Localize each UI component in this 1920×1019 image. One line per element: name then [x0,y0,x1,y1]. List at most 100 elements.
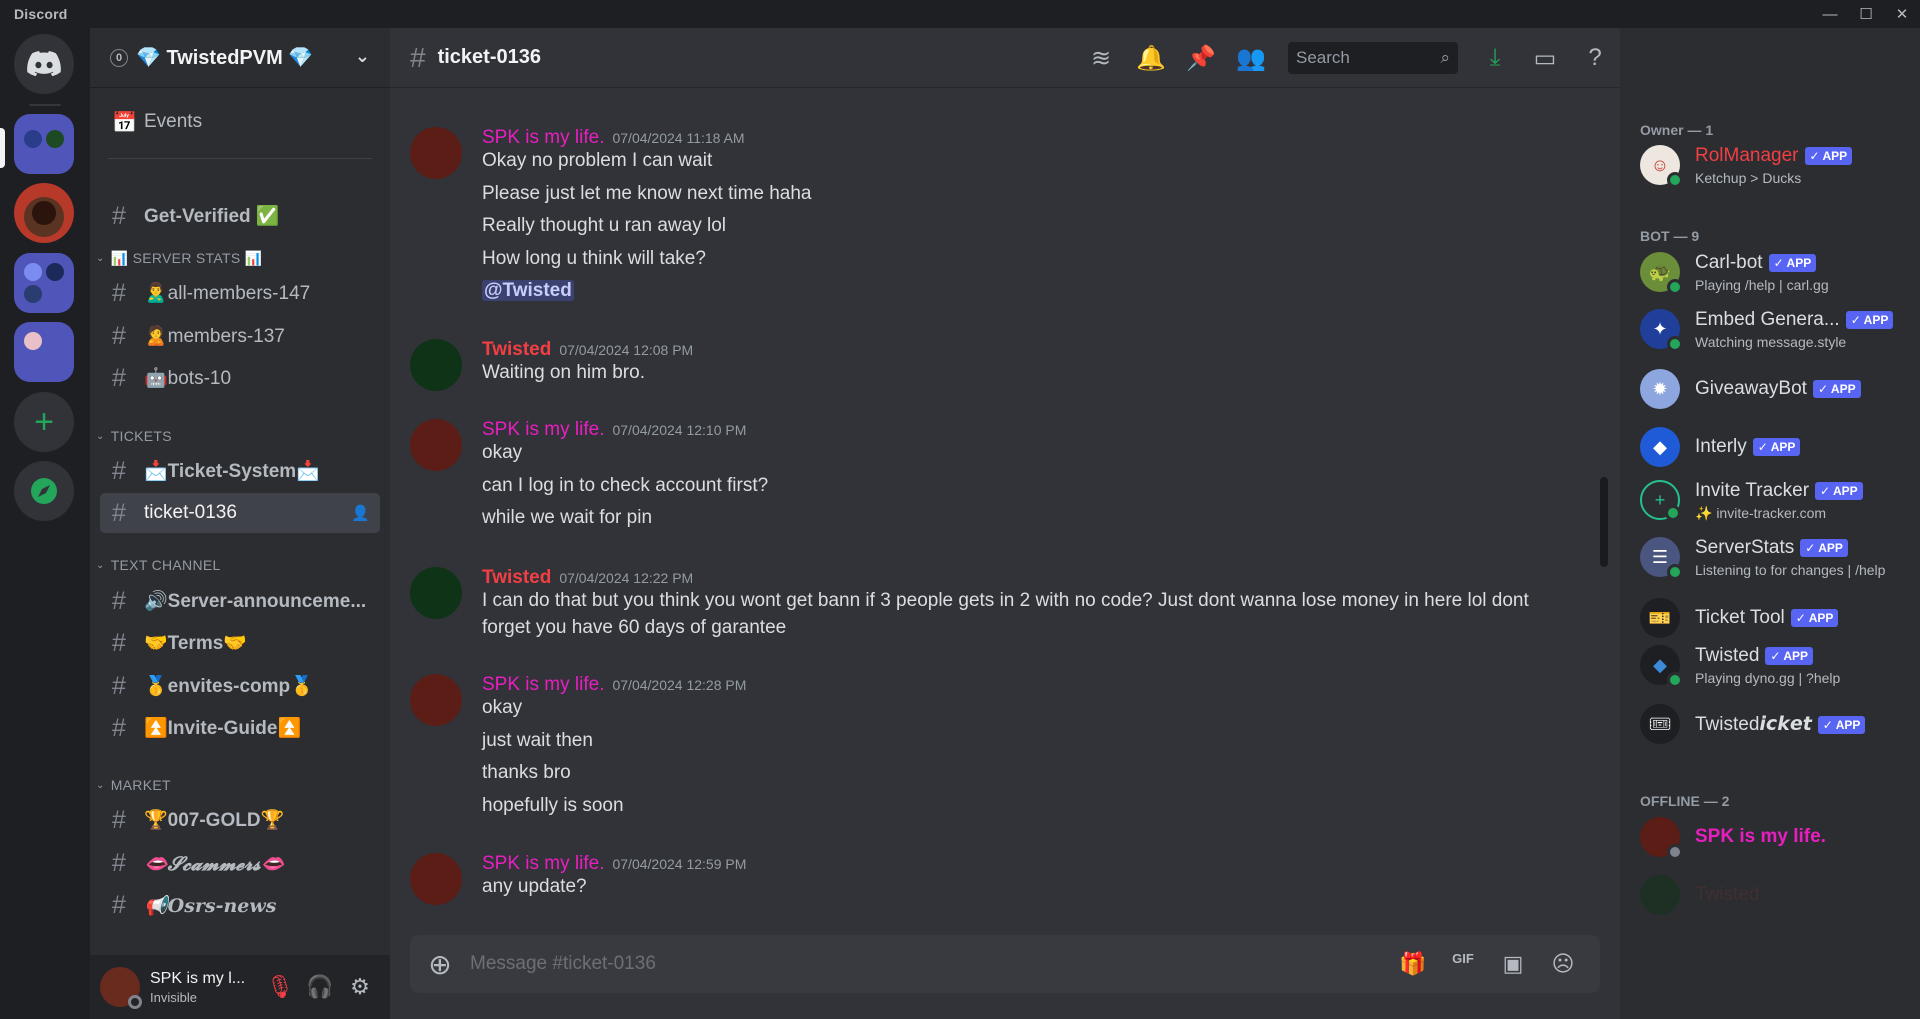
channel-terms[interactable]: # 🤝Terms🤝 [100,623,380,663]
channel-members[interactable]: # 🙎members-137 [100,316,380,356]
channel-get-verified[interactable]: # Get-Verified ✅ [100,196,380,236]
chevron-down-icon[interactable]: ⌄ [355,46,370,67]
member-item[interactable]: 🎟 Twisted𝙞𝙘𝙠𝙚𝙩 ✓ APP [1640,699,1910,749]
channel-name: 📢Osrs-news [144,894,277,917]
member-item[interactable]: 🐢 Carl-bot ✓ APP Playing /help | carl.gg [1640,247,1910,297]
member-item[interactable]: ☺ RolManager ✓ APP Ketchup > Ducks [1640,140,1910,190]
pin-icon[interactable]: 📌 [1176,38,1226,78]
download-icon[interactable]: ⤓ [1470,38,1520,78]
inbox-icon[interactable]: ▭ [1520,38,1570,78]
search-input[interactable]: Search ⌕ [1288,42,1458,74]
message-author[interactable]: Twisted [482,567,551,588]
gift-icon[interactable]: 🎁 [1388,951,1438,977]
help-icon[interactable]: ? [1570,38,1620,78]
member-item[interactable]: ◆ Twisted ✓ APP Playing dyno.gg | ?help [1640,640,1910,690]
app-badge: ✓ APP [1817,715,1866,734]
message-input[interactable]: Message #ticket-0136 [470,953,1388,975]
avatar: ✹ [1640,369,1680,409]
user-panel: SPK is my l... Invisible 🎙 🎧 ⚙ [90,955,390,1019]
member-item[interactable]: ◆ Interly ✓ APP [1640,422,1910,472]
message-author[interactable]: Twisted [482,339,551,360]
channel-bots[interactable]: # 🤖bots-10 [100,358,380,398]
close-button[interactable]: ✕ [1884,0,1920,28]
minimize-button[interactable]: — [1812,0,1848,28]
status-indicator [1667,279,1683,295]
category-text-channel[interactable]: ⌄ TEXT CHANNEL [96,557,221,573]
channel-invite-guide[interactable]: # ⏫Invite-Guide⏫ [100,708,380,748]
avatar[interactable] [410,853,462,905]
discover-icon[interactable] [14,461,74,521]
calendar-icon: 📅 [112,111,137,134]
message-text: Okay no problem I can wait [482,150,713,171]
avatar: 🐢 [1640,252,1683,295]
category-server-stats[interactable]: ⌄ 📊 SERVER STATS 📊 [96,250,262,267]
channel-osrs-news[interactable]: # 📢Osrs-news [100,885,380,925]
avatar[interactable] [410,567,462,619]
server-folder-icon[interactable] [14,114,74,174]
member-item[interactable]: + Invite Tracker ✓ APP ✨ invite-tracker.c… [1640,475,1910,525]
channel-name: 📩Ticket-System📩 [144,461,320,482]
sidebar-divider [108,158,372,159]
avatar[interactable] [100,967,142,1009]
server-folder-icon-2[interactable] [14,253,74,313]
channel-ticket-system[interactable]: # 📩Ticket-System📩 [100,451,380,491]
message-author[interactable]: SPK is my life. [482,674,604,695]
category-market[interactable]: ⌄ MARKET [96,777,171,793]
channel-server-announcements[interactable]: # 🔊Server-announceme... [100,581,380,621]
scrollbar-thumb[interactable] [1600,477,1608,567]
gif-icon[interactable]: GIF [1438,951,1488,977]
home-button[interactable] [14,34,74,94]
avatar: ◆ [1640,427,1680,467]
channel-scammers[interactable]: # 👄𝓢𝓬𝓪𝓶𝓶𝓮𝓻𝓼👄 [100,843,380,883]
chat-area: # ticket-0136 ≋ 🔔 📌 👥 Search ⌕ ⤓ ▭ ? SPK … [390,28,1620,1019]
avatar[interactable] [410,127,462,179]
channel-envites-comp[interactable]: # 🥇envites-comp🥇 [100,666,380,706]
sticker-icon[interactable]: ▣ [1488,951,1538,977]
mic-muted-icon[interactable]: 🎙 [260,967,300,1007]
channel-name: 🥇envites-comp🥇 [144,676,314,697]
member-item[interactable]: SPK is my life. [1640,812,1910,862]
app-badge: ✓ APP [1812,380,1861,398]
channel-007-gold[interactable]: # 🏆007-GOLD🏆 [100,800,380,840]
member-item[interactable]: ✦ Embed Genera... ✓ APP Watching message.… [1640,304,1910,354]
server-folder-icon-3[interactable] [14,322,74,382]
member-item[interactable]: ✹ GiveawayBot ✓ APP [1640,364,1910,414]
message-author[interactable]: SPK is my life. [482,853,604,874]
message-composer[interactable]: ⊕ Message #ticket-0136 🎁 GIF ▣ ☹ [410,935,1600,993]
headphones-icon[interactable]: 🎧 [300,967,340,1007]
threads-icon[interactable]: ≋ [1076,38,1126,78]
message-text: while we wait for pin [482,507,653,528]
emoji-icon[interactable]: ☹ [1538,951,1588,977]
members-icon[interactable]: 👥 [1226,38,1276,78]
caret-icon: ⌄ [96,779,105,791]
guild-header[interactable]: 0 💎 TwistedPVM 💎 ⌄ [90,28,390,88]
add-server-button[interactable]: + [14,392,74,452]
member-item[interactable]: 🎫 Ticket Tool ✓ APP [1640,593,1910,643]
gear-icon[interactable]: ⚙ [340,967,380,1007]
channel-name: 🤝Terms🤝 [144,633,247,654]
member-item[interactable]: Twisted [1640,870,1910,920]
bell-icon[interactable]: 🔔 [1126,38,1176,78]
app-badge: ✓ APP [1765,647,1814,665]
message-text: forget you have 60 days of garantee [482,617,787,638]
avatar[interactable] [410,674,462,726]
channel-ticket-0136[interactable]: # ticket-0136 👤 [100,493,380,533]
user-name[interactable]: SPK is my l... [150,970,260,988]
message-timestamp: 07/04/2024 12:22 PM [559,570,694,586]
avatar[interactable] [410,419,462,471]
add-member-icon[interactable]: 👤 [351,504,370,522]
server-avatar-icon[interactable] [14,183,74,243]
user-mention[interactable]: @Twisted [482,280,574,301]
message-text: hopefully is soon [482,795,624,816]
channel-all-members[interactable]: # 🙎‍♂️all-members-147 [100,273,380,313]
member-item[interactable]: ☰ ServerStats ✓ APP Listening to for chan… [1640,532,1910,582]
events-item[interactable]: 📅 Events [100,102,380,142]
add-attachment-icon[interactable]: ⊕ [410,948,470,981]
maximize-button[interactable]: ☐ [1848,0,1884,28]
message-author[interactable]: SPK is my life. [482,419,604,440]
speaker-hash-icon: # [112,363,126,392]
message-author[interactable]: SPK is my life. [482,127,604,148]
channel-name: 🤖bots-10 [144,368,232,389]
avatar[interactable] [410,339,462,391]
category-tickets[interactable]: ⌄ TICKETS [96,428,172,444]
